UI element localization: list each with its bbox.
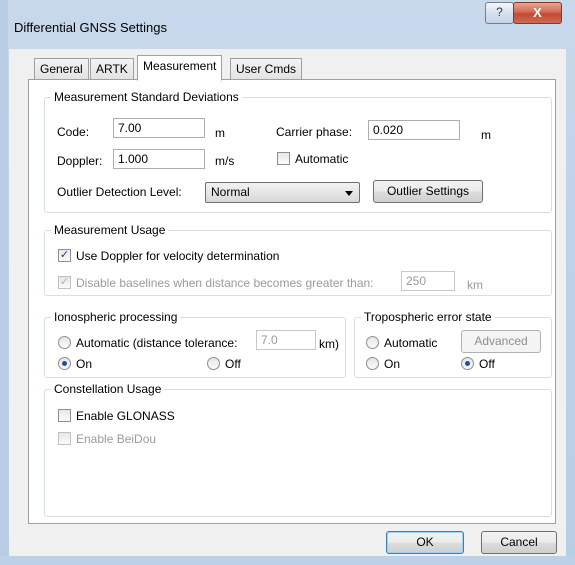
ok-button[interactable]: OK bbox=[386, 531, 464, 554]
measurement-usage-group-label: Measurement Usage bbox=[51, 223, 169, 237]
doppler-input[interactable]: 1.000 bbox=[113, 149, 205, 169]
iono-tolerance-unit: km) bbox=[319, 337, 339, 351]
iono-tolerance-input[interactable]: 7.0 bbox=[256, 330, 316, 350]
cancel-button[interactable]: Cancel bbox=[481, 531, 557, 554]
outlier-level-label: Outlier Detection Level: bbox=[57, 185, 182, 199]
beidou-checkbox[interactable] bbox=[58, 432, 71, 445]
tab-measurement[interactable]: Measurement bbox=[137, 55, 223, 81]
iono-on-label: On bbox=[76, 357, 93, 371]
baseline-distance-unit: km bbox=[467, 278, 483, 292]
carrier-phase-unit: m bbox=[481, 128, 491, 142]
window-title: Differential GNSS Settings bbox=[14, 20, 167, 35]
outlier-level-select[interactable]: Normal bbox=[205, 182, 360, 203]
beidou-label: Enable BeiDou bbox=[76, 432, 157, 446]
outlier-settings-button[interactable]: Outlier Settings bbox=[373, 180, 483, 203]
disable-baselines-checkbox[interactable]: ✓ bbox=[58, 276, 71, 289]
glonass-label: Enable GLONASS bbox=[76, 409, 175, 423]
window-left-edge bbox=[0, 0, 8, 565]
advanced-button[interactable]: Advanced bbox=[461, 330, 541, 353]
std-dev-group-label: Measurement Standard Deviations bbox=[51, 90, 242, 104]
tropo-on-radio[interactable] bbox=[366, 357, 379, 370]
iono-off-label: Off bbox=[225, 357, 241, 371]
tab-artk[interactable]: ARTK bbox=[90, 58, 134, 79]
title-bar[interactable]: Differential GNSS Settings ? X bbox=[0, 0, 575, 48]
ionospheric-group-label: Ionospheric processing bbox=[51, 310, 181, 324]
glonass-checkbox[interactable] bbox=[58, 409, 71, 422]
chevron-down-icon bbox=[345, 191, 353, 196]
iono-on-radio[interactable] bbox=[58, 357, 71, 370]
window-bottom-edge bbox=[0, 556, 575, 565]
tab-panel-measurement: Measurement Standard Deviations Code: 7.… bbox=[28, 79, 556, 524]
tropo-automatic-radio[interactable] bbox=[366, 336, 379, 349]
doppler-label: Doppler: bbox=[57, 154, 103, 168]
close-button[interactable]: X bbox=[513, 2, 562, 24]
tropo-off-radio[interactable] bbox=[461, 357, 474, 370]
checkmark-icon: ✓ bbox=[59, 276, 70, 288]
tab-general[interactable]: General bbox=[34, 58, 89, 79]
baseline-distance-input[interactable]: 250 bbox=[401, 271, 455, 291]
use-doppler-checkbox[interactable]: ✓ bbox=[58, 249, 71, 262]
tab-user-cmds[interactable]: User Cmds bbox=[230, 58, 303, 79]
carrier-phase-input[interactable]: 0.020 bbox=[368, 120, 460, 140]
code-unit: m bbox=[215, 126, 225, 140]
iono-automatic-radio[interactable] bbox=[58, 336, 71, 349]
iono-off-radio[interactable] bbox=[207, 357, 220, 370]
disable-baselines-label: Disable baselines when distance becomes … bbox=[76, 276, 374, 290]
checkmark-icon: ✓ bbox=[59, 249, 70, 261]
code-label: Code: bbox=[57, 125, 90, 139]
tropo-automatic-label: Automatic bbox=[384, 336, 438, 350]
tropo-off-label: Off bbox=[479, 357, 495, 371]
iono-automatic-label: Automatic (distance tolerance: bbox=[76, 336, 238, 350]
use-doppler-label: Use Doppler for velocity determination bbox=[76, 249, 280, 263]
constellation-group-label: Constellation Usage bbox=[51, 382, 165, 396]
help-button[interactable]: ? bbox=[485, 2, 514, 24]
tropo-on-label: On bbox=[384, 357, 401, 371]
std-dev-automatic-checkbox[interactable] bbox=[277, 152, 290, 165]
std-dev-automatic-label: Automatic bbox=[295, 152, 349, 166]
outlier-level-value: Normal bbox=[211, 185, 250, 199]
code-input[interactable]: 7.00 bbox=[113, 118, 205, 138]
doppler-unit: m/s bbox=[215, 154, 235, 168]
tropospheric-group-label: Tropospheric error state bbox=[361, 310, 495, 324]
carrier-phase-label: Carrier phase: bbox=[276, 125, 353, 139]
